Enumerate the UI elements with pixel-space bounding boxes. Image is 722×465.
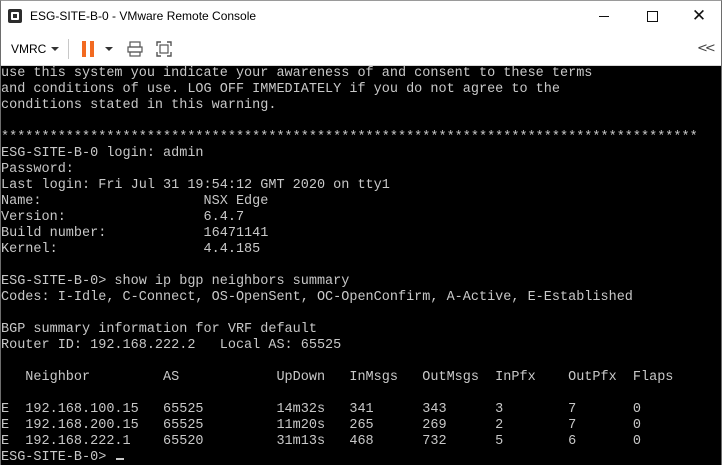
console-line: ESG-SITE-B-0 login: admin [1, 146, 204, 161]
vmrc-menu-button[interactable]: VMRC [11, 40, 60, 58]
console-line: Codes: I-Idle, C-Connect, OS-OpenSent, O… [1, 290, 633, 305]
toolbar-divider [68, 39, 69, 59]
console-line: Last login: Fri Jul 31 19:54:12 GMT 2020… [1, 178, 390, 193]
text-cursor [116, 458, 125, 460]
fullscreen-icon[interactable] [156, 41, 172, 57]
chevron-down-icon [51, 47, 60, 51]
console-line: conditions stated in this warning. [1, 98, 277, 113]
console-line: Password: [1, 162, 74, 177]
maximize-button[interactable] [629, 1, 675, 32]
console-line: and conditions of use. LOG OFF IMMEDIATE… [1, 82, 560, 97]
minimize-icon [599, 16, 609, 17]
vmrc-menu-label: VMRC [11, 42, 47, 56]
bgp-neighbor-row: E 192.168.222.1 65520 31m13s 468 732 5 6… [1, 434, 642, 449]
console-screen[interactable]: use this system you indicate your awaren… [1, 66, 721, 465]
console-line: Router ID: 192.168.222.2 Local AS: 65525 [1, 338, 342, 353]
minimize-button[interactable] [581, 1, 627, 32]
console-line: use this system you indicate your awaren… [1, 66, 593, 81]
close-button[interactable]: ✕ [676, 1, 722, 32]
toolbar: VMRC << [1, 32, 721, 66]
pause-icon[interactable] [82, 41, 95, 57]
bgp-table-header: Neighbor AS UpDown InMsgs OutMsgs InPfx … [1, 370, 674, 385]
vmrc-app-icon [8, 9, 22, 23]
devices-icon[interactable] [127, 41, 143, 57]
console-line: ESG-SITE-B-0> show ip bgp neighbors summ… [1, 274, 350, 289]
power-menu-chevron-down-icon[interactable] [105, 47, 113, 51]
bgp-neighbor-row: E 192.168.100.15 65525 14m32s 341 343 3 … [1, 402, 642, 417]
console-prompt: ESG-SITE-B-0> [1, 450, 115, 465]
console-prompt-line[interactable]: ESG-SITE-B-0> [1, 450, 125, 465]
console-line: BGP summary information for VRF default [1, 322, 317, 337]
console-line: Name: NSX Edge [1, 194, 269, 209]
close-icon: ✕ [691, 6, 707, 26]
console-line: Version: 6.4.7 [1, 210, 245, 225]
console-line: Kernel: 4.4.185 [1, 242, 261, 257]
console-line: Build number: 16471141 [1, 226, 269, 241]
window-title: ESG-SITE-B-0 - VMware Remote Console [30, 9, 257, 23]
vmrc-window: ESG-SITE-B-0 - VMware Remote Console ✕ V… [0, 0, 722, 465]
maximize-icon [646, 11, 658, 22]
collapse-icon[interactable]: << [697, 41, 716, 56]
bgp-neighbor-row: E 192.168.200.15 65525 11m20s 265 269 2 … [1, 418, 642, 433]
title-bar[interactable]: ESG-SITE-B-0 - VMware Remote Console ✕ [1, 1, 721, 32]
console-line: ****************************************… [1, 130, 698, 145]
